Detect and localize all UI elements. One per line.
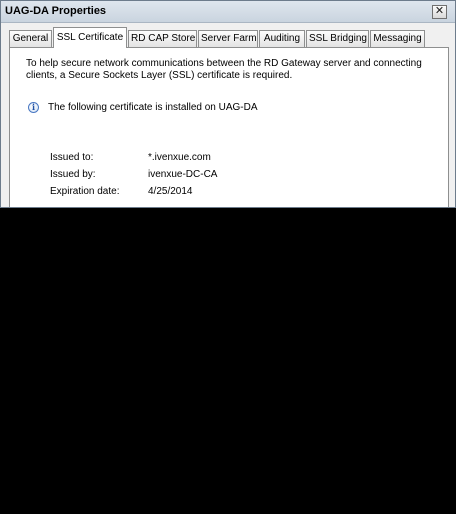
tab-auditing[interactable]: Auditing bbox=[259, 30, 305, 47]
issued-by-value: ivenxue-DC-CA bbox=[148, 169, 218, 180]
properties-dialog: UAG-DA Properties ✕ General SSL Certific… bbox=[0, 0, 456, 208]
window-title: UAG-DA Properties bbox=[5, 5, 107, 17]
issued-to-value: *.ivenxue.com bbox=[148, 152, 211, 163]
tab-messaging[interactable]: Messaging bbox=[370, 30, 425, 47]
tab-strip: General SSL Certificate RD CAP Store Ser… bbox=[9, 27, 449, 48]
intro-text: To help secure network communications be… bbox=[26, 58, 422, 81]
issued-to-label: Issued to: bbox=[50, 152, 94, 163]
tab-rd-cap-store[interactable]: RD CAP Store bbox=[128, 30, 197, 47]
close-button[interactable]: ✕ bbox=[432, 5, 447, 19]
tab-server-farm[interactable]: Server Farm bbox=[198, 30, 258, 47]
tab-ssl-bridging[interactable]: SSL Bridging bbox=[306, 30, 369, 47]
issued-by-label: Issued by: bbox=[50, 169, 96, 180]
tab-general[interactable]: General bbox=[9, 30, 52, 47]
tab-ssl-certificate[interactable]: SSL Certificate bbox=[53, 27, 127, 48]
title-bar[interactable]: UAG-DA Properties ✕ bbox=[1, 1, 455, 23]
expiration-date-label: Expiration date: bbox=[50, 186, 120, 197]
expiration-date-value: 4/25/2014 bbox=[148, 186, 193, 197]
ssl-certificate-panel: To help secure network communications be… bbox=[9, 47, 449, 207]
info-icon: i bbox=[28, 102, 39, 113]
info-message: The following certificate is installed o… bbox=[48, 102, 258, 113]
